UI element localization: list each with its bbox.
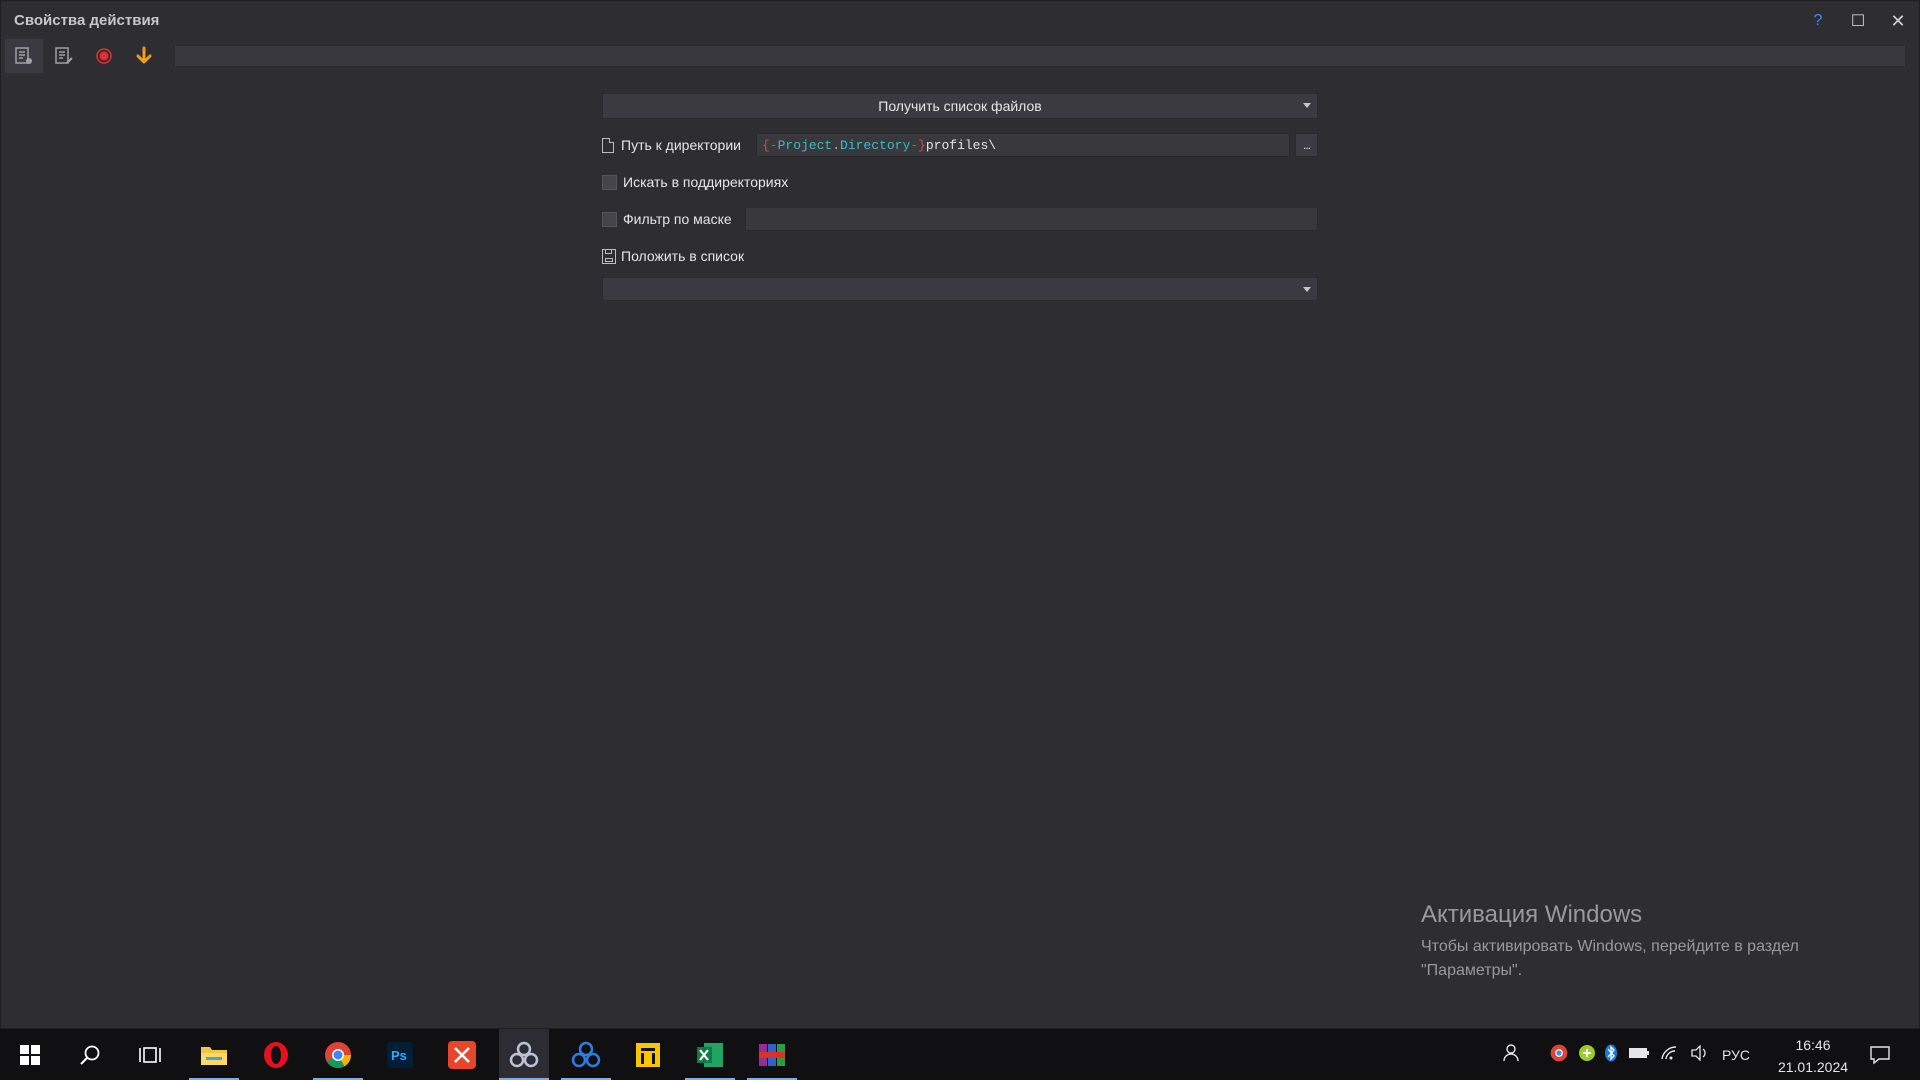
- clock-time: 16:46: [1795, 1037, 1831, 1053]
- macro-open-brace: {-: [762, 137, 778, 153]
- mask-row[interactable]: Фильтр по маске: [602, 207, 732, 231]
- bluetooth-icon[interactable]: [1604, 1044, 1618, 1065]
- taskbar-zennoposter-blue[interactable]: [561, 1029, 611, 1080]
- activation-title: Активация Windows: [1421, 901, 1643, 928]
- toolbar: [1, 39, 1919, 73]
- wifi-icon[interactable]: [1660, 1045, 1680, 1064]
- taskbar-excel[interactable]: [685, 1029, 735, 1080]
- subdirs-row[interactable]: Искать в поддиректориях: [602, 170, 788, 194]
- subdirs-label: Искать в поддиректориях: [623, 174, 789, 190]
- search-button[interactable]: [65, 1029, 115, 1080]
- volume-icon[interactable]: [1690, 1044, 1710, 1064]
- taskbar-file-explorer[interactable]: [189, 1029, 239, 1080]
- people-icon[interactable]: [1500, 1043, 1520, 1066]
- maximize-button[interactable]: ☐: [1844, 9, 1872, 33]
- windows-activation-watermark: Активация Windows Чтобы активировать Win…: [1421, 901, 1881, 983]
- edit-list-icon: [55, 47, 73, 64]
- maximize-icon: ☐: [1850, 13, 1866, 30]
- macro-dot: .: [832, 137, 841, 153]
- svg-text:Ps: Ps: [391, 1048, 407, 1063]
- save-icon: [602, 248, 616, 264]
- mask-filter-input[interactable]: [745, 207, 1318, 231]
- action-center-button[interactable]: [1855, 1029, 1905, 1080]
- macro-directory: Directory: [840, 137, 911, 153]
- file-explorer-icon: [201, 1046, 227, 1065]
- notification-icon: [1870, 1045, 1890, 1064]
- mask-checkbox[interactable]: [602, 211, 617, 227]
- record-button[interactable]: [85, 39, 123, 73]
- mask-label: Фильтр по маске: [623, 211, 732, 227]
- close-button[interactable]: ✕: [1884, 9, 1912, 33]
- taskbar-xmind[interactable]: [437, 1029, 487, 1080]
- window-title: Свойства действия: [14, 12, 160, 29]
- xmind-icon: [448, 1040, 476, 1069]
- put-to-list-row: Положить в список: [602, 244, 744, 268]
- list-select[interactable]: [602, 277, 1318, 301]
- action-type-value: Получить список файлов: [878, 98, 1042, 114]
- tray-status-icon[interactable]: [1578, 1044, 1596, 1065]
- search-icon: [80, 1045, 100, 1065]
- macro-project: Project: [777, 137, 833, 153]
- zennoposter-icon: [509, 1041, 539, 1067]
- taskbar-opera[interactable]: [251, 1029, 301, 1080]
- directory-row: Путь к директории: [602, 133, 741, 157]
- clock-date: 21.01.2024: [1777, 1059, 1849, 1075]
- winrar-icon: [759, 1043, 785, 1066]
- start-button[interactable]: [5, 1029, 55, 1080]
- taskbar-chrome[interactable]: [313, 1029, 363, 1080]
- action-properties-window: Свойства действия ? ☐ ✕ Получить список …: [0, 0, 1920, 1029]
- macro-close-brace: -}: [910, 137, 926, 153]
- task-view-icon: [139, 1046, 161, 1063]
- chevron-down-icon: [1303, 103, 1311, 108]
- download-arrow-icon: [136, 46, 152, 64]
- excel-icon: [697, 1042, 723, 1067]
- taskbar-zennoposter[interactable]: [499, 1029, 549, 1080]
- help-button[interactable]: ?: [1804, 9, 1832, 33]
- chrome-icon: [325, 1041, 352, 1068]
- tray-chrome-icon[interactable]: [1550, 1044, 1568, 1065]
- activation-text: Чтобы активировать Windows, перейдите в …: [1421, 938, 1799, 979]
- taskbar-sticky-app[interactable]: [623, 1029, 673, 1080]
- file-icon: [602, 137, 614, 153]
- properties-icon: [15, 47, 32, 64]
- browse-button[interactable]: ...: [1295, 133, 1318, 157]
- language-indicator[interactable]: РУС: [1722, 1047, 1750, 1063]
- clock[interactable]: 16:46 21.01.2024: [1768, 1034, 1858, 1078]
- close-icon: ✕: [1890, 10, 1906, 31]
- title-bar[interactable]: Свойства действия ? ☐ ✕: [1, 1, 1919, 39]
- sticky-app-icon: [636, 1042, 660, 1067]
- record-icon: [96, 48, 112, 64]
- subdirs-checkbox[interactable]: [602, 174, 617, 190]
- directory-path-input[interactable]: {- Project. Directory -} profiles\: [756, 133, 1290, 157]
- toolbar-search-input[interactable]: [174, 45, 1906, 67]
- taskbar-photoshop[interactable]: Ps: [375, 1029, 425, 1080]
- taskbar: Ps РУС 16:46 21.01.2024: [0, 1029, 1920, 1080]
- task-view-button[interactable]: [125, 1029, 175, 1080]
- download-button[interactable]: [125, 39, 163, 73]
- zennoposter-blue-icon: [571, 1041, 601, 1067]
- taskbar-winrar[interactable]: [747, 1029, 797, 1080]
- opera-icon: [264, 1041, 288, 1068]
- put-to-list-label: Положить в список: [621, 248, 745, 264]
- directory-label: Путь к директории: [621, 137, 741, 153]
- chevron-down-icon: [1303, 287, 1311, 292]
- system-tray: РУС: [1500, 1029, 1750, 1080]
- windows-start-icon: [20, 1044, 40, 1065]
- path-rest: profiles\: [925, 137, 997, 153]
- action-type-select[interactable]: Получить список файлов: [602, 93, 1318, 119]
- battery-icon[interactable]: [1628, 1046, 1650, 1063]
- photoshop-icon: Ps: [387, 1041, 413, 1068]
- edit-list-button[interactable]: [45, 39, 83, 73]
- properties-button[interactable]: [5, 39, 43, 73]
